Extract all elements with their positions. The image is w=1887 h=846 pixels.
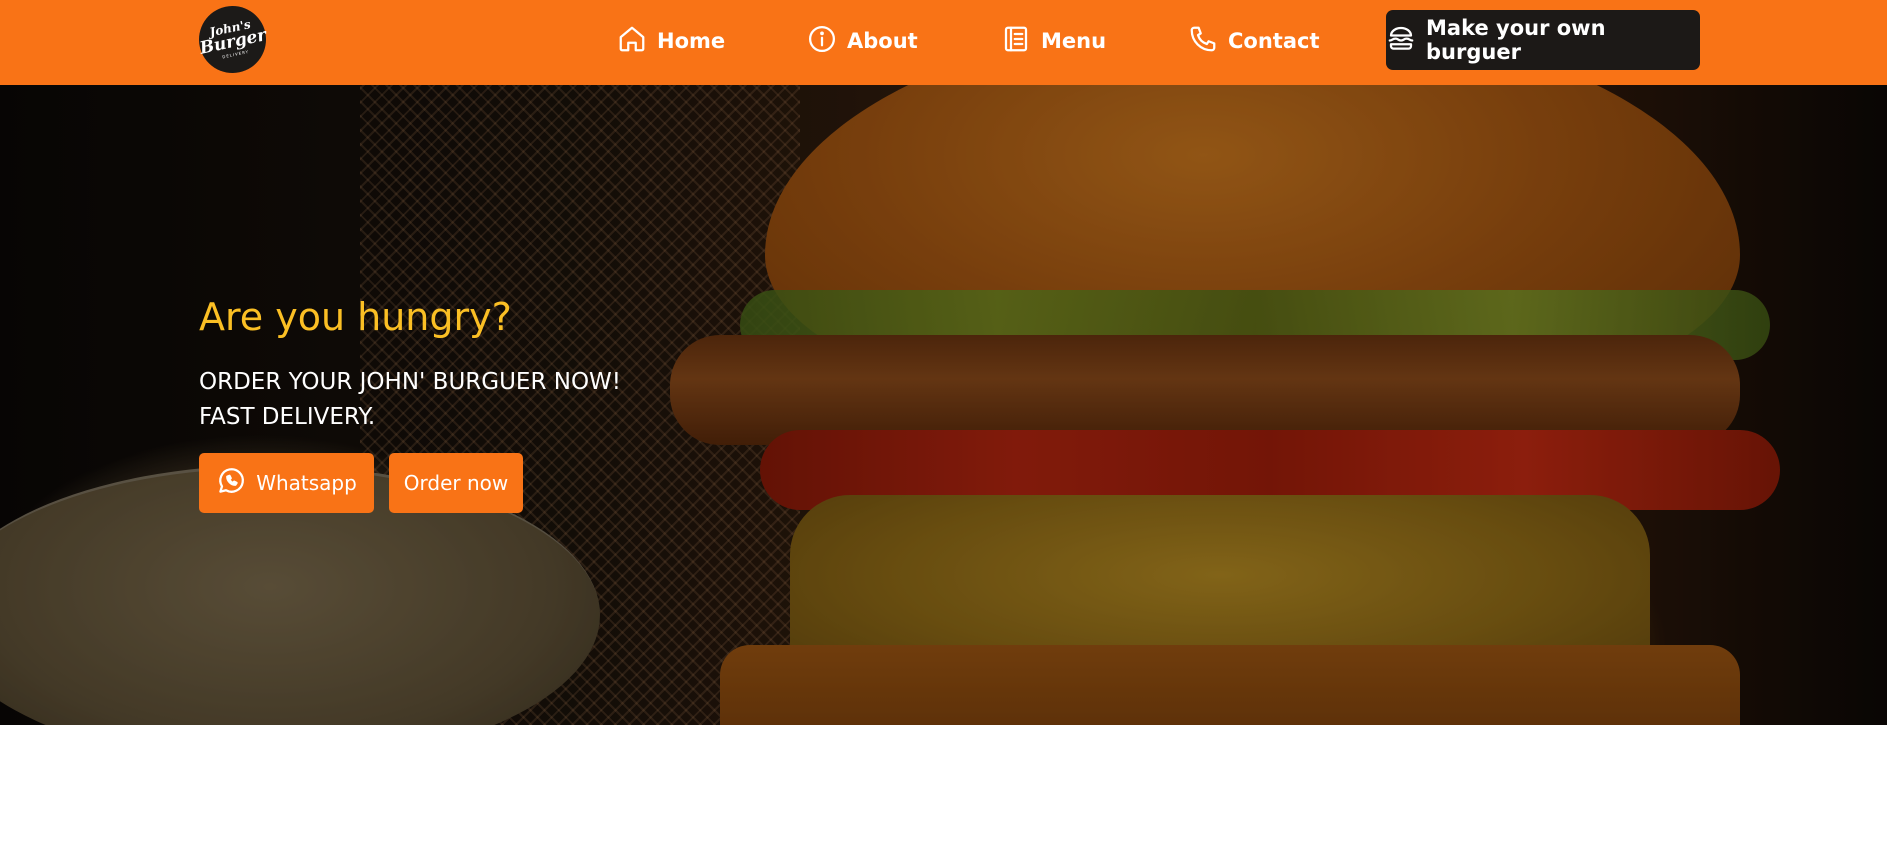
nav-menu[interactable]: Menu — [1001, 22, 1106, 60]
nav-about[interactable]: About — [807, 22, 918, 60]
home-icon — [617, 24, 647, 59]
hero-subtitle-line2: FAST DELIVERY. — [199, 404, 376, 430]
logo[interactable]: John's Burger DELIVERY — [192, 0, 273, 80]
order-now-button-label: Order now — [403, 471, 509, 495]
burger-icon — [1386, 23, 1416, 58]
nav-home-label: Home — [657, 29, 726, 53]
hero-subtitle: ORDER YOUR JOHN' BURGUER NOW! FAST DELIV… — [199, 365, 699, 435]
phone-icon — [1188, 24, 1218, 59]
nav-contact[interactable]: Contact — [1188, 22, 1320, 60]
navbar: John's Burger DELIVERY Home About Menu C… — [0, 0, 1887, 85]
info-icon — [807, 24, 837, 59]
whatsapp-icon — [216, 466, 246, 501]
nav-menu-label: Menu — [1041, 29, 1107, 53]
order-now-button[interactable]: Order now — [389, 453, 523, 513]
nav-home[interactable]: Home — [617, 22, 725, 60]
hero-subtitle-line1: ORDER YOUR JOHN' BURGUER NOW! — [199, 369, 622, 395]
nav-about-label: About — [847, 29, 918, 53]
hero-section: Are you hungry? ORDER YOUR JOHN' BURGUER… — [0, 85, 1887, 725]
nav-contact-label: Contact — [1228, 29, 1320, 53]
make-your-own-burger-button[interactable]: Make your own burguer — [1386, 10, 1700, 70]
whatsapp-button[interactable]: Whatsapp — [199, 453, 374, 513]
hero-title: Are you hungry? — [199, 295, 512, 339]
menu-icon — [1001, 24, 1031, 59]
whatsapp-button-label: Whatsapp — [256, 471, 357, 495]
cta-label: Make your own burguer — [1426, 16, 1606, 64]
